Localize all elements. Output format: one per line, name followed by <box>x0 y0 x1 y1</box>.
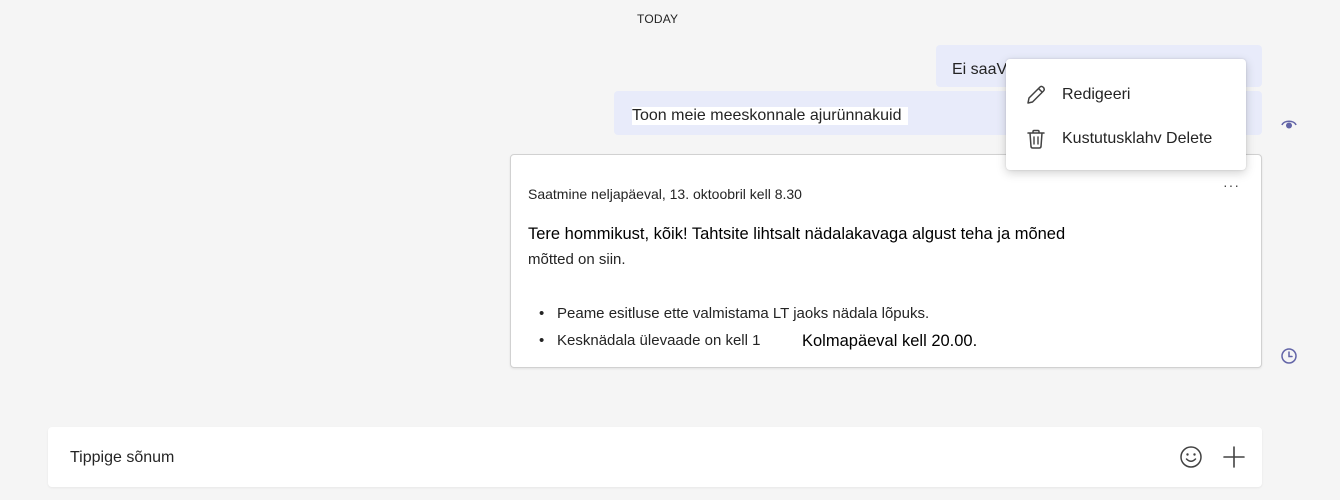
list-item-text: Kesknädala ülevaade on kell 1 <box>557 332 761 349</box>
menu-item-edit[interactable]: Redigeeri <box>1006 75 1246 115</box>
bullet-dot: • <box>539 305 545 322</box>
date-divider: TODAY <box>637 12 679 26</box>
context-menu: Redigeeri Kustutusklahv Delete <box>1006 59 1246 170</box>
list-item: • Kesknädala ülevaade on kell 1 <box>539 332 760 349</box>
message-composer <box>48 427 1262 487</box>
scheduled-message-card[interactable]: Saatmine neljapäeval, 13. oktoobril kell… <box>510 154 1262 368</box>
bullet-dot: • <box>539 332 545 349</box>
more-options-button[interactable]: ··· <box>1223 175 1239 195</box>
seen-icon <box>1281 120 1297 129</box>
chat-window: TODAY Ei saaV Toon meie meeskonnale ajur… <box>0 0 1340 500</box>
pencil-icon <box>1027 85 1045 104</box>
clock-icon <box>1281 348 1297 364</box>
list-item-extra-text: Kolmapäeval kell 20.00. <box>802 332 978 350</box>
menu-item-label: Kustutusklahv Delete <box>1062 130 1213 147</box>
message-body-line: mõtted on siin. <box>528 251 626 268</box>
scheduled-time: Saatmine neljapäeval, 13. oktoobril kell… <box>528 186 802 202</box>
message-body-line: Tere hommikust, kõik! Tahtsite lihtsalt … <box>528 225 1066 243</box>
list-item-text: Peame esitluse ette valmistama LT jaoks … <box>557 305 930 322</box>
emoji-icon[interactable] <box>1178 444 1204 470</box>
message-input[interactable] <box>68 447 1150 469</box>
list-item: • Peame esitluse ette valmistama LT jaoks… <box>539 305 929 322</box>
trash-icon <box>1027 129 1045 149</box>
plus-icon[interactable] <box>1221 444 1247 470</box>
menu-item-delete[interactable]: Kustutusklahv Delete <box>1006 119 1246 159</box>
message-text: Toon meie meeskonnale ajurünnakuid <box>632 107 908 125</box>
menu-item-label: Redigeeri <box>1062 86 1131 103</box>
